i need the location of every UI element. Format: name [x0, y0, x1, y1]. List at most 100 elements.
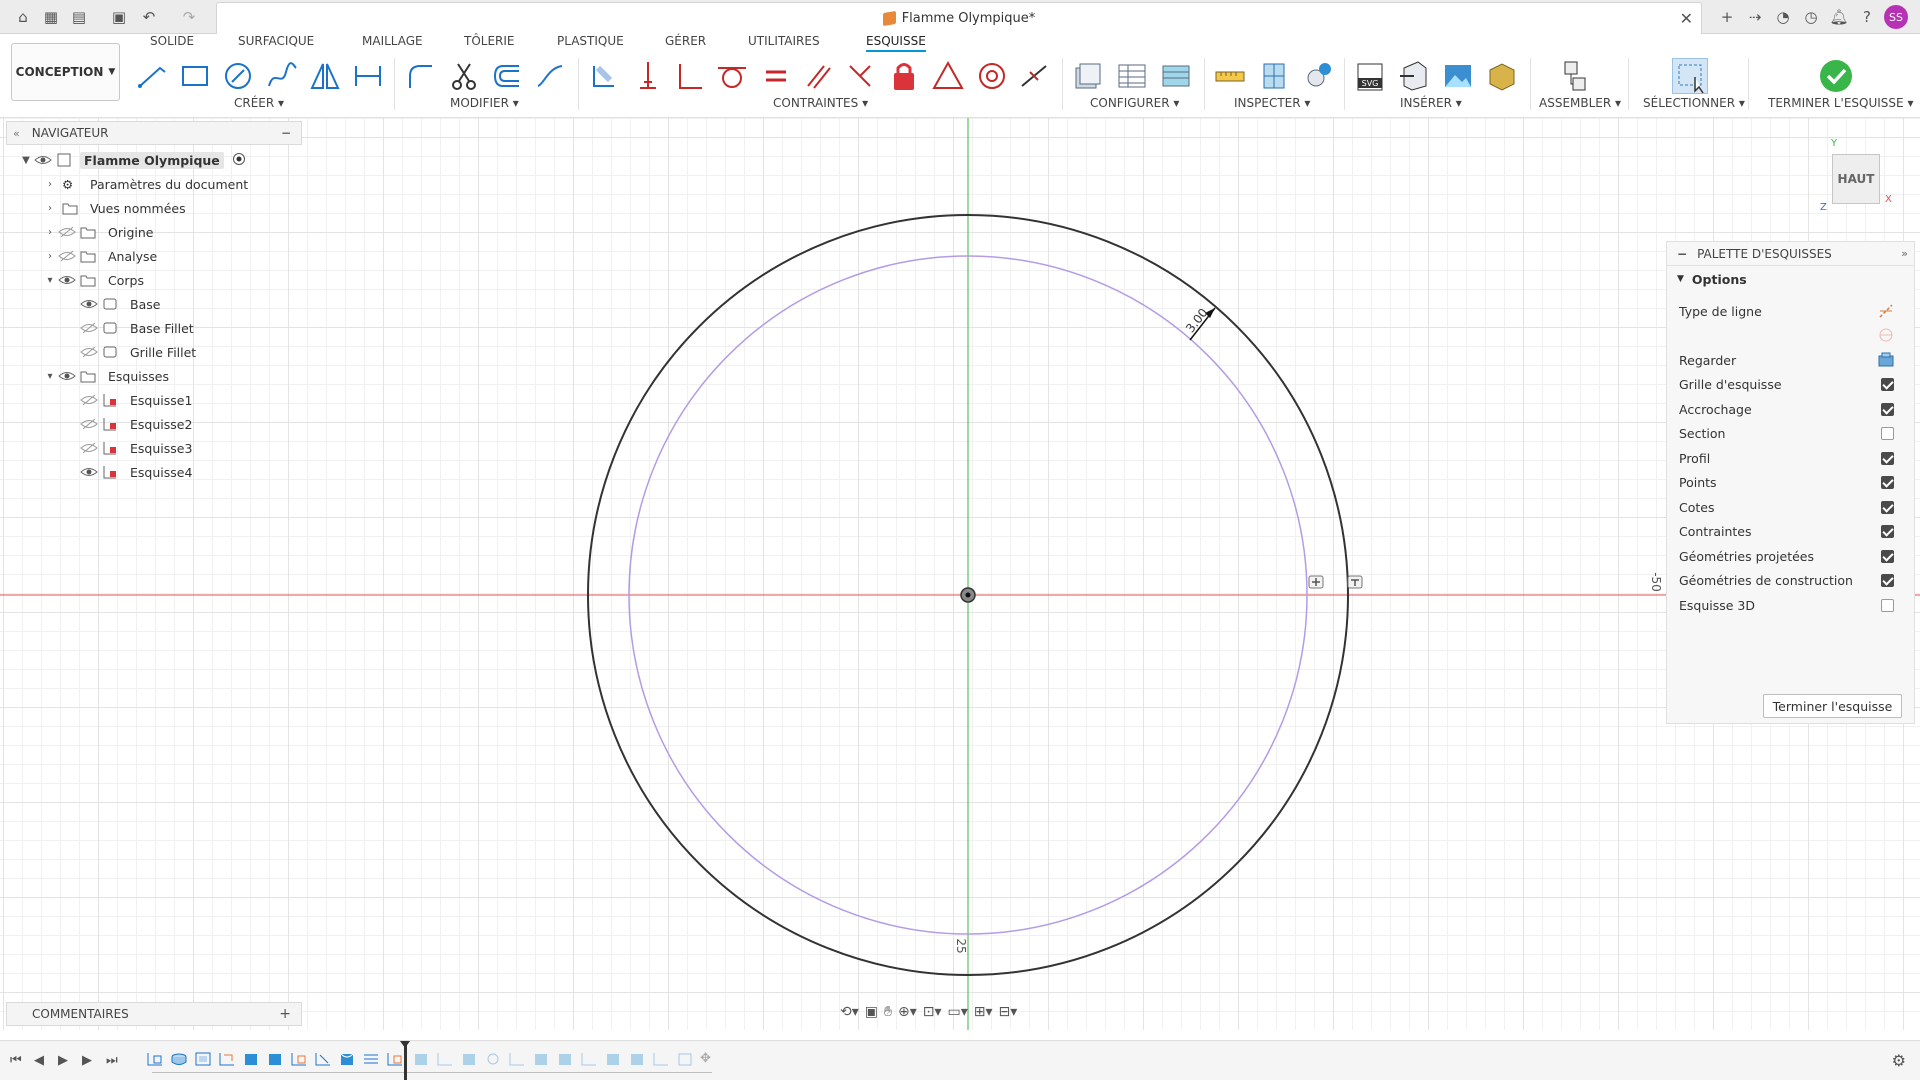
timeline-sketch-icon[interactable] [652, 1051, 670, 1067]
coincident-constraint-icon[interactable] [586, 58, 622, 94]
tree-item-origine[interactable]: › Origine [42, 221, 157, 243]
timeline-extrude-icon[interactable] [460, 1051, 478, 1067]
insert-image-icon[interactable] [1440, 58, 1476, 94]
equal-constraint-icon[interactable] [758, 58, 794, 94]
snap-checkbox[interactable] [1881, 403, 1894, 416]
tree-root[interactable]: ▼ Flamme Olympique [18, 149, 246, 171]
tree-item-base-fillet[interactable]: Base Fillet [80, 317, 198, 339]
perpendicular-cross-icon[interactable] [842, 58, 878, 94]
timeline-marker[interactable] [400, 1041, 410, 1080]
group-inserer[interactable]: INSÉRER ▾ [1400, 96, 1462, 110]
timeline-extrude-icon[interactable] [556, 1051, 574, 1067]
section-checkbox[interactable] [1881, 427, 1894, 440]
spline-tool-icon[interactable] [264, 58, 300, 94]
group-selectionner[interactable]: SÉLECTIONNER ▾ [1643, 96, 1745, 110]
group-assembler[interactable]: ASSEMBLER ▾ [1539, 96, 1621, 110]
fillet-tool-icon[interactable] [402, 58, 438, 94]
trim-scissors-icon[interactable] [446, 58, 482, 94]
tree-item-esquisse4[interactable]: Esquisse4 [80, 461, 196, 483]
tab-maillage[interactable]: MAILLAGE [362, 34, 423, 52]
configuration-table-icon[interactable] [1158, 58, 1194, 94]
chevron-down-icon[interactable]: ▼ [1677, 274, 1684, 284]
eye-hidden-icon[interactable] [58, 225, 76, 239]
eye-hidden-icon[interactable] [80, 393, 98, 407]
eye-icon[interactable] [80, 465, 98, 479]
tab-surfacique[interactable]: SURFACIQUE [238, 34, 314, 52]
group-inspecter[interactable]: INSPECTER ▾ [1234, 96, 1310, 110]
timeline-sketch-icon[interactable] [194, 1051, 212, 1067]
tree-item-esquisse1[interactable]: Esquisse1 [80, 389, 196, 411]
go-to-end-icon[interactable]: ⏭ [106, 1053, 118, 1068]
grid-settings-icon[interactable]: ⊞▾ [974, 1004, 993, 1020]
dimensions-checkbox[interactable] [1881, 501, 1894, 514]
constraint-glyph-icon[interactable] [1347, 575, 1363, 589]
points-checkbox[interactable] [1881, 476, 1894, 489]
construction-line-type-icon[interactable] [1878, 303, 1894, 319]
extend-curve-icon[interactable] [532, 58, 568, 94]
new-tab-icon[interactable]: + [1716, 6, 1738, 28]
eye-hidden-icon[interactable] [58, 249, 76, 263]
tree-item-base[interactable]: Base [80, 293, 164, 315]
eye-hidden-icon[interactable] [80, 345, 98, 359]
tree-item-esquisse3[interactable]: Esquisse3 [80, 437, 196, 459]
parameters-icon[interactable] [1070, 58, 1106, 94]
collapse-panel-icon[interactable]: « [13, 127, 20, 140]
eye-hidden-icon[interactable] [80, 441, 98, 455]
interference-icon[interactable] [1256, 58, 1292, 94]
3d-sketch-checkbox[interactable] [1881, 599, 1894, 612]
view-cube[interactable]: Y HAUT X Z [1820, 138, 1892, 213]
timeline-extrude-icon[interactable] [242, 1051, 260, 1067]
timeline-sketch-icon[interactable] [218, 1051, 236, 1067]
redo-icon[interactable]: ↷ [178, 6, 200, 28]
chevron-down-icon[interactable]: ▾ [42, 275, 58, 286]
group-contraintes[interactable]: CONTRAINTES ▾ [773, 96, 868, 110]
go-to-start-icon[interactable]: ⏮ [10, 1053, 22, 1068]
notification-bell-icon[interactable]: 🔔︎ [1828, 6, 1850, 28]
finish-sketch-button[interactable]: Terminer l'esquisse [1763, 694, 1902, 718]
play-icon[interactable]: ▶ [58, 1053, 68, 1068]
display-settings-icon[interactable]: ▭▾ [948, 1004, 968, 1020]
timeline-pattern-icon[interactable] [362, 1051, 380, 1067]
step-forward-icon[interactable]: ▶ [82, 1053, 92, 1068]
timeline-sketch-icon[interactable] [290, 1051, 308, 1067]
group-creer[interactable]: CRÉER ▾ [234, 96, 284, 110]
eye-hidden-icon[interactable] [80, 417, 98, 431]
chevron-right-icon[interactable]: › [42, 227, 58, 238]
mirror-tool-icon[interactable] [307, 58, 343, 94]
symmetry-triangle-icon[interactable] [930, 58, 966, 94]
measure-ruler-icon[interactable] [1212, 58, 1248, 94]
timeline-extrude-icon[interactable] [412, 1051, 430, 1067]
tab-tolerie[interactable]: TÔLERIE [464, 34, 515, 52]
group-configurer[interactable]: CONFIGURER ▾ [1090, 96, 1179, 110]
timeline-component-icon[interactable] [676, 1051, 694, 1067]
line-tool-icon[interactable] [134, 58, 170, 94]
viewports-icon[interactable]: ⊟▾ [999, 1004, 1018, 1020]
expand-panel-icon[interactable]: » [1901, 247, 1908, 260]
tree-item-esquisse2[interactable]: Esquisse2 [80, 413, 196, 435]
look-at-icon[interactable]: ▣ [865, 1004, 878, 1020]
finish-sketch-check-icon[interactable] [1818, 58, 1854, 94]
projected-geometry-checkbox[interactable] [1881, 550, 1894, 563]
section-analysis-icon[interactable] [1300, 58, 1336, 94]
comments-panel[interactable]: COMMENTAIRES + [6, 1002, 302, 1026]
timeline-fillet-icon[interactable] [338, 1051, 356, 1067]
minimize-icon[interactable]: − [281, 126, 291, 140]
tree-item-parametres[interactable]: › ⚙ Paramètres du document [42, 173, 252, 195]
profile-checkbox[interactable] [1881, 452, 1894, 465]
user-avatar[interactable]: SS [1884, 5, 1908, 29]
perpendicular-constraint-icon[interactable] [672, 58, 708, 94]
timeline-extrude-icon[interactable] [266, 1051, 284, 1067]
midpoint-constraint-icon[interactable] [1016, 58, 1052, 94]
timeline-move-icon[interactable]: ✥ [700, 1051, 711, 1066]
orbit-icon[interactable]: ⟲▾ [840, 1004, 859, 1020]
fit-icon[interactable]: ⊡▾ [923, 1004, 942, 1020]
offset-tool-icon[interactable] [489, 58, 525, 94]
undo-icon[interactable]: ↶ [138, 6, 160, 28]
timeline-sketch-icon[interactable] [314, 1051, 332, 1067]
clock-icon[interactable]: ◷ [1800, 6, 1822, 28]
circle-tool-icon[interactable] [220, 58, 256, 94]
close-tab-icon[interactable]: ✕ [1680, 9, 1693, 28]
eye-icon[interactable] [80, 297, 98, 311]
tree-item-analyse[interactable]: › Analyse [42, 245, 161, 267]
radial-dimension-text[interactable]: 3.00 [1183, 306, 1210, 336]
